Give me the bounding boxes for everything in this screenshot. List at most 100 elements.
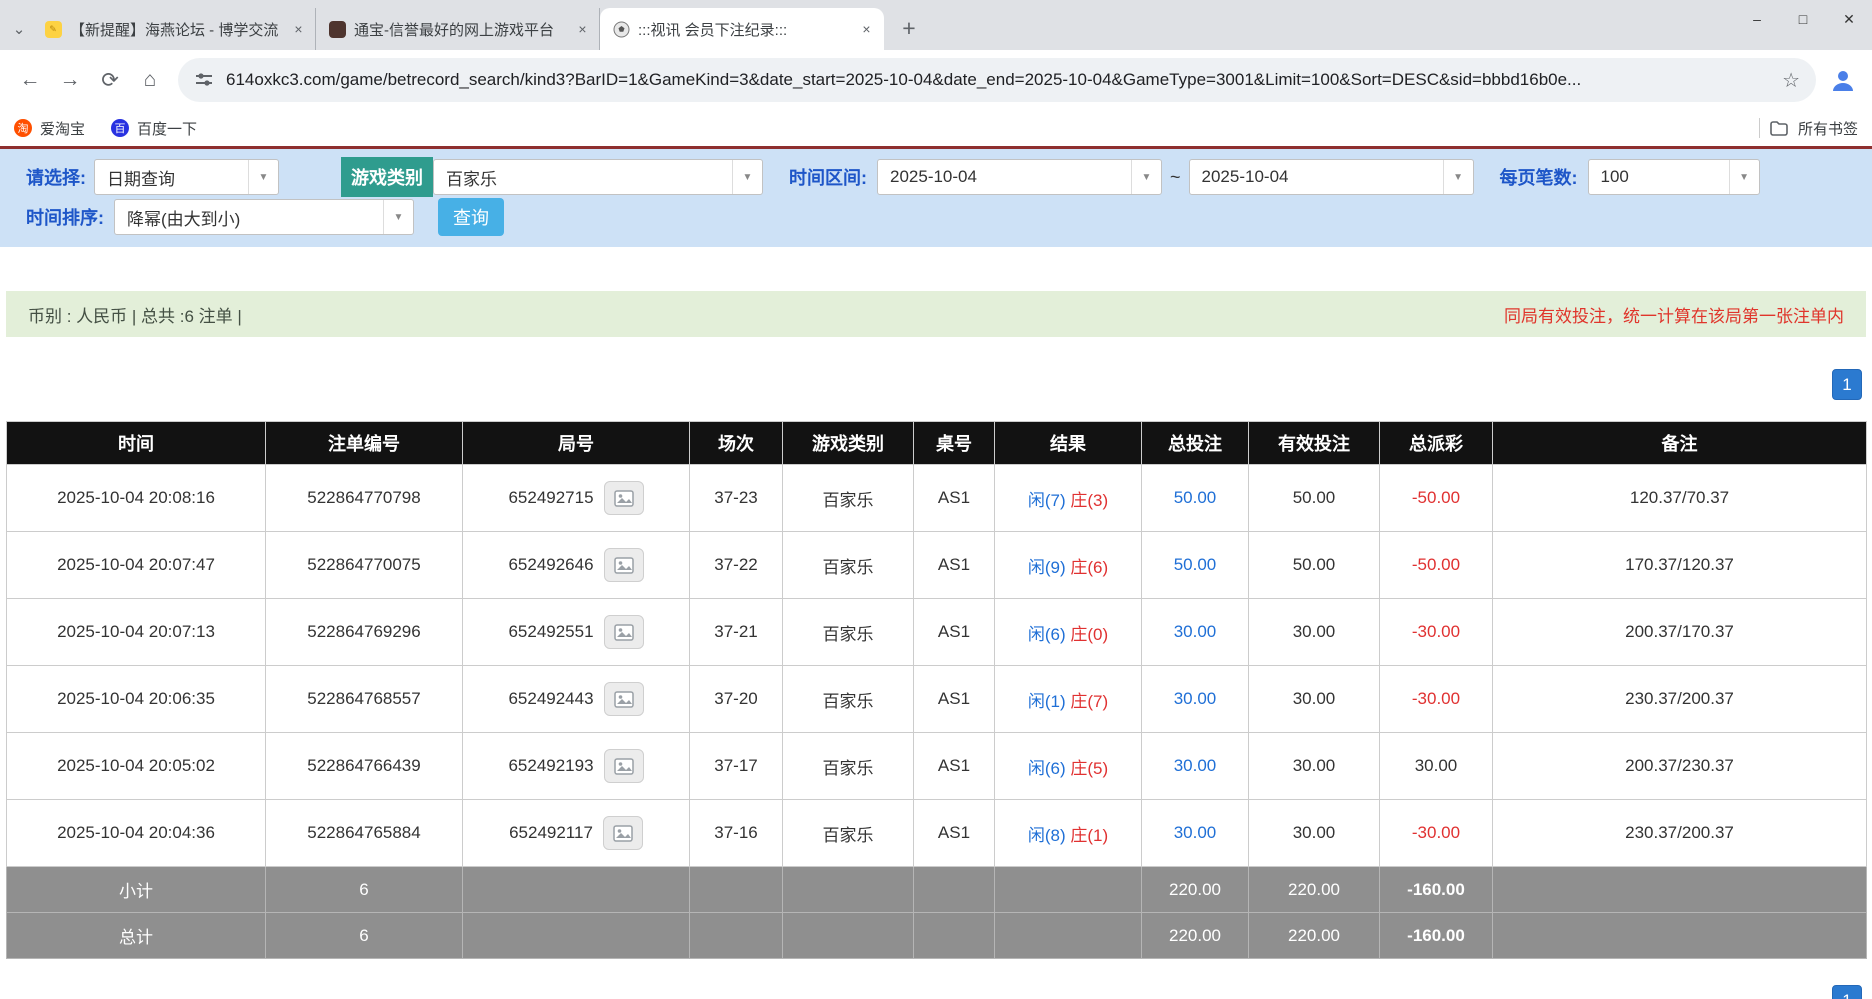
cell-time: 2025-10-04 20:07:47 [7,532,266,599]
round-number: 652492715 [508,488,593,508]
cell-payout: -50.00 [1380,532,1493,599]
result-player: 闲(7) [1028,491,1066,510]
cell-game: 百家乐 [783,599,914,666]
cell-total-bet: 30.00 [1142,800,1249,867]
total-bet-link[interactable]: 30.00 [1174,622,1217,641]
total-bet-link[interactable]: 30.00 [1174,823,1217,842]
tab-title: 通宝-信誉最好的网上游戏平台 [354,19,565,40]
result-banker: 庄(3) [1070,491,1108,510]
subtotal-count: 6 [266,867,463,913]
total-bet-link[interactable]: 30.00 [1174,756,1217,775]
baidu-icon: 百 [111,119,129,137]
profile-avatar-icon[interactable] [1824,61,1862,99]
cell-bet-id: 522864769296 [266,599,463,666]
minimize-button[interactable]: – [1734,0,1780,38]
pagination-bottom: 1 [1832,985,1862,999]
cell-session: 37-17 [690,733,783,800]
cell-round: 652492443 [463,666,690,733]
round-number: 652492646 [508,555,593,575]
screenshot-icon[interactable] [604,615,644,649]
close-window-button[interactable]: ✕ [1826,0,1872,38]
screenshot-icon[interactable] [604,682,644,716]
date-separator: ~ [1170,167,1181,188]
result-player: 闲(1) [1028,692,1066,711]
game-type-select[interactable]: 百家乐 ▼ [433,159,763,195]
table-row: 2025-10-04 20:08:16 522864770798 6524927… [7,465,1867,532]
url-text[interactable]: 614oxkc3.com/game/betrecord_search/kind3… [226,70,1770,90]
tab-title: :::视讯 会员下注纪录::: [638,19,849,40]
tab-haiyan-forum[interactable]: ✎ 【新提醒】海燕论坛 - 博学交流 × [32,8,316,50]
forward-icon[interactable]: → [50,60,90,100]
cell-remark: 170.37/120.37 [1493,532,1867,599]
header-round: 局号 [463,422,690,465]
empty-cell [995,867,1142,913]
pagination-page-1[interactable]: 1 [1832,369,1862,400]
header-valid-bet: 有效投注 [1249,422,1380,465]
address-bar[interactable]: 614oxkc3.com/game/betrecord_search/kind3… [178,58,1816,102]
all-bookmarks[interactable]: 所有书签 [1759,118,1858,139]
query-type-select[interactable]: 日期查询 ▼ [94,159,279,195]
back-icon[interactable]: ← [10,60,50,100]
chevron-down-icon[interactable]: ⌄ [6,8,32,50]
date-start-input[interactable]: 2025-10-04 ▼ [877,159,1162,195]
total-bet-link[interactable]: 50.00 [1174,488,1217,507]
game-type-value: 百家乐 [446,165,497,190]
search-button[interactable]: 查询 [438,198,504,236]
chevron-down-icon: ▼ [248,160,278,194]
round-number: 652492443 [508,689,593,709]
bookmark-star-icon[interactable]: ☆ [1782,68,1800,93]
tab-tongbao[interactable]: 通宝-信誉最好的网上游戏平台 × [316,8,600,50]
subtotal-payout: -160.00 [1380,867,1493,913]
valid-bet-notice-text: 同局有效投注，统一计算在该局第一张注单内 [1504,302,1844,327]
total-payout: -160.00 [1380,913,1493,959]
home-icon[interactable]: ⌂ [130,60,170,100]
divider [1759,118,1760,138]
cell-session: 37-20 [690,666,783,733]
cell-round: 652492551 [463,599,690,666]
tab-bet-record-active[interactable]: :::视讯 会员下注纪录::: × [600,8,884,50]
cell-bet-id: 522864770075 [266,532,463,599]
close-tab-icon[interactable]: × [857,20,876,39]
date-end-input[interactable]: 2025-10-04 ▼ [1189,159,1474,195]
total-bet-link[interactable]: 50.00 [1174,555,1217,574]
page-size-select[interactable]: 100 ▼ [1588,159,1760,195]
round-number: 652492551 [508,622,593,642]
maximize-button[interactable]: □ [1780,0,1826,38]
cell-game: 百家乐 [783,465,914,532]
cell-total-bet: 50.00 [1142,532,1249,599]
pagination-page-1-bottom[interactable]: 1 [1832,985,1862,999]
bookmark-taobao[interactable]: 淘 爱淘宝 [14,118,85,139]
table-row: 2025-10-04 20:07:47 522864770075 6524926… [7,532,1867,599]
screenshot-icon[interactable] [604,749,644,783]
site-controls-icon[interactable] [194,70,214,90]
header-result: 结果 [995,422,1142,465]
close-tab-icon[interactable]: × [289,20,308,39]
cell-table-no: AS1 [914,532,995,599]
empty-cell [463,867,690,913]
cell-remark: 120.37/70.37 [1493,465,1867,532]
cell-total-bet: 30.00 [1142,599,1249,666]
cell-bet-id: 522864765884 [266,800,463,867]
total-bet-link[interactable]: 30.00 [1174,689,1217,708]
close-tab-icon[interactable]: × [573,20,592,39]
empty-cell [995,913,1142,959]
cell-payout: -30.00 [1380,599,1493,666]
sort-select[interactable]: 降幂(由大到小) ▼ [114,199,414,235]
result-player: 闲(9) [1028,558,1066,577]
bookmark-label: 爱淘宝 [40,118,85,139]
tab1-favicon-icon: ✎ [44,20,62,38]
total-count: 6 [266,913,463,959]
tab3-favicon-ball-icon [612,20,630,38]
screenshot-icon[interactable] [604,481,644,515]
bookmark-baidu[interactable]: 百 百度一下 [111,118,197,139]
new-tab-button[interactable]: + [892,11,926,45]
empty-cell [1493,867,1867,913]
cell-table-no: AS1 [914,733,995,800]
query-type-value: 日期查询 [107,165,175,190]
cell-bet-id: 522864770798 [266,465,463,532]
sort-label: 时间排序: [26,204,104,230]
screenshot-icon[interactable] [604,548,644,582]
screenshot-icon[interactable] [603,816,643,850]
refresh-icon[interactable]: ⟳ [90,60,130,100]
empty-cell [463,913,690,959]
